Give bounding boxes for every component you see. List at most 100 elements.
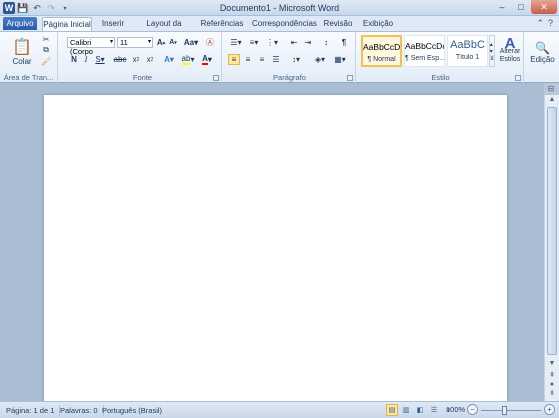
editing-button[interactable]: 🔍 Edição <box>530 38 555 66</box>
paste-button[interactable]: 📋 Colar <box>10 34 34 68</box>
language-indicator[interactable]: Português (Brasil) <box>102 405 167 416</box>
scrollbar-thumb[interactable] <box>547 107 557 355</box>
style-sample: AaBbC <box>450 39 485 51</box>
clipboard-group-label: Área de Tran... <box>3 73 54 82</box>
align-left-icon[interactable]: ≡ <box>228 54 240 65</box>
tab-mailings[interactable]: Correspondências <box>252 17 317 31</box>
styles-group: AaBbCcDc ¶ Normal AaBbCcDc ¶ Sem Esp... … <box>358 32 524 83</box>
cut-icon[interactable]: ✂ <box>40 34 52 44</box>
text-effects-icon[interactable]: A▾ <box>162 54 176 65</box>
full-screen-reading-icon[interactable]: ▥ <box>400 404 412 416</box>
zoom-level[interactable]: 100% <box>446 405 465 414</box>
tab-view[interactable]: Exibição <box>360 17 396 31</box>
tab-page-layout[interactable]: Layout da Página <box>134 17 194 41</box>
ribbon-tabs: Arquivo Página Inicial Inserir Layout da… <box>0 16 559 41</box>
grow-font-icon[interactable]: A ▴ <box>156 37 166 48</box>
decrease-indent-icon[interactable]: ⇤ <box>288 37 300 48</box>
subscript-button[interactable]: x2 <box>130 54 142 65</box>
word-count[interactable]: Palavras: 0 <box>60 405 104 416</box>
scroll-up-icon[interactable]: ▲ <box>545 95 559 105</box>
style-no-spacing[interactable]: AaBbCcDc ¶ Sem Esp... <box>404 35 445 67</box>
shrink-font-icon[interactable]: A ▾ <box>168 37 178 48</box>
strikethrough-button[interactable]: abc <box>114 54 127 65</box>
tab-references[interactable]: Referências <box>198 17 246 31</box>
style-normal[interactable]: AaBbCcDc ¶ Normal <box>361 35 402 67</box>
align-center-icon[interactable]: ≡ <box>242 54 254 65</box>
tab-insert[interactable]: Inserir <box>96 17 130 31</box>
show-formatting-icon[interactable]: ¶ <box>338 37 350 48</box>
chevron-down-icon: ▾ <box>147 39 151 45</box>
bold-button[interactable]: N <box>69 54 79 65</box>
tab-home[interactable]: Página Inicial <box>42 17 92 31</box>
title-bar: W 💾 ↶ ↷ ▾ Documento1 - Microsoft Word – … <box>0 0 559 16</box>
styles-scroll-icon[interactable]: ▴ ▾ ⊻ <box>489 35 495 67</box>
tab-file[interactable]: Arquivo <box>3 17 37 30</box>
window-title: Documento1 - Microsoft Word <box>219 3 340 13</box>
editing-group: 🔍 Edição <box>526 32 559 83</box>
clipboard-group: 📋 Colar ✂ ⧉ 🖌 Área de Tran... <box>0 32 58 83</box>
clear-formatting-icon[interactable]: Ⓐ <box>204 37 216 48</box>
style-name: ¶ Normal <box>367 56 396 63</box>
ribbon: 📋 Colar ✂ ⧉ 🖌 Área de Tran... Calibri (C… <box>0 31 559 83</box>
font-size-combo[interactable]: 11 ▾ <box>117 37 153 48</box>
scroll-down-icon[interactable]: ▼ <box>545 359 559 369</box>
font-name-combo[interactable]: Calibri (Corpo ▾ <box>67 37 115 56</box>
vertical-scrollbar[interactable]: ▲ ▼ ⇞ ● ⇟ <box>544 95 559 401</box>
multilevel-list-icon[interactable]: ⋮▾ <box>264 37 280 48</box>
change-styles-button[interactable]: A Alterar Estilos <box>498 34 522 70</box>
style-heading-1[interactable]: AaBbC Título 1 <box>447 35 488 67</box>
document-area <box>0 83 544 401</box>
paragraph-group-label: Parágrafo <box>273 73 306 82</box>
font-group: Calibri (Corpo ▾ 11 ▾ A ▴ A ▾ Aa▾ Ⓐ N I S▾… <box>64 32 222 83</box>
style-sample: AaBbCcDc <box>405 41 444 51</box>
minimize-ribbon-icon[interactable]: ⌃ <box>536 18 544 29</box>
italic-button[interactable]: I <box>81 54 91 65</box>
window-controls: – □ ✕ <box>493 0 557 14</box>
style-name: ¶ Sem Esp... <box>405 55 444 62</box>
tab-review[interactable]: Revisão <box>322 17 354 31</box>
paragraph-group: ☰▾ ≡▾ ⋮▾ ⇤ ⇥ ↕ ¶ ≡ ≡ ≡ ☰ ↕▾ ◈▾ ▦▾ Parágr… <box>224 32 356 83</box>
highlight-color-icon[interactable]: ab ▾ <box>180 54 196 65</box>
change-case-icon[interactable]: Aa▾ <box>184 37 198 48</box>
justify-icon[interactable]: ☰ <box>270 54 282 65</box>
change-styles-icon: A <box>504 35 516 52</box>
font-color-icon[interactable]: A ▾ <box>200 54 214 65</box>
clipboard-icon: 📋 <box>12 38 32 56</box>
maximize-button[interactable]: □ <box>512 0 530 14</box>
styles-dialog-launcher-icon[interactable] <box>515 75 521 81</box>
print-layout-icon[interactable]: ▤ <box>386 404 398 416</box>
style-sample: AaBbCcDc <box>363 42 400 52</box>
copy-icon[interactable]: ⧉ <box>40 45 52 55</box>
bullets-icon[interactable]: ☰▾ <box>228 37 244 48</box>
align-right-icon[interactable]: ≡ <box>256 54 268 65</box>
numbering-icon[interactable]: ≡▾ <box>246 37 262 48</box>
outline-icon[interactable]: ☰ <box>428 404 440 416</box>
paragraph-dialog-launcher-icon[interactable] <box>347 75 353 81</box>
superscript-button[interactable]: x2 <box>144 54 156 65</box>
page-count[interactable]: Página: 1 de 1 <box>6 405 61 416</box>
sort-icon[interactable]: ↕ <box>320 37 332 48</box>
line-spacing-icon[interactable]: ↕▾ <box>288 54 304 65</box>
status-bar: Página: 1 de 1 Palavras: 0 Português (Br… <box>0 401 559 418</box>
format-painter-icon[interactable]: 🖌 <box>40 56 52 66</box>
zoom-in-icon[interactable]: + <box>544 404 555 415</box>
web-layout-icon[interactable]: ◧ <box>414 404 426 416</box>
font-size-value: 11 <box>120 38 128 47</box>
minimize-button[interactable]: – <box>493 0 511 14</box>
view-ruler-icon[interactable]: ⊟ <box>545 84 557 94</box>
underline-button[interactable]: S▾ <box>94 54 106 65</box>
zoom-out-icon[interactable]: − <box>467 404 478 415</box>
zoom-slider-thumb[interactable] <box>502 406 507 415</box>
paste-label: Colar <box>12 56 32 66</box>
zoom-slider-track[interactable] <box>481 410 541 411</box>
binoculars-icon: 🔍 <box>535 40 550 55</box>
document-page[interactable] <box>44 95 507 401</box>
borders-icon[interactable]: ▦▾ <box>332 54 348 65</box>
font-dialog-launcher-icon[interactable] <box>213 75 219 81</box>
shading-icon[interactable]: ◈▾ <box>312 54 328 65</box>
chevron-down-icon: ▾ <box>109 39 113 45</box>
next-page-icon[interactable]: ⇟ <box>545 389 559 399</box>
help-icon[interactable]: ? <box>548 18 553 29</box>
increase-indent-icon[interactable]: ⇥ <box>302 37 314 48</box>
close-button[interactable]: ✕ <box>531 0 557 14</box>
